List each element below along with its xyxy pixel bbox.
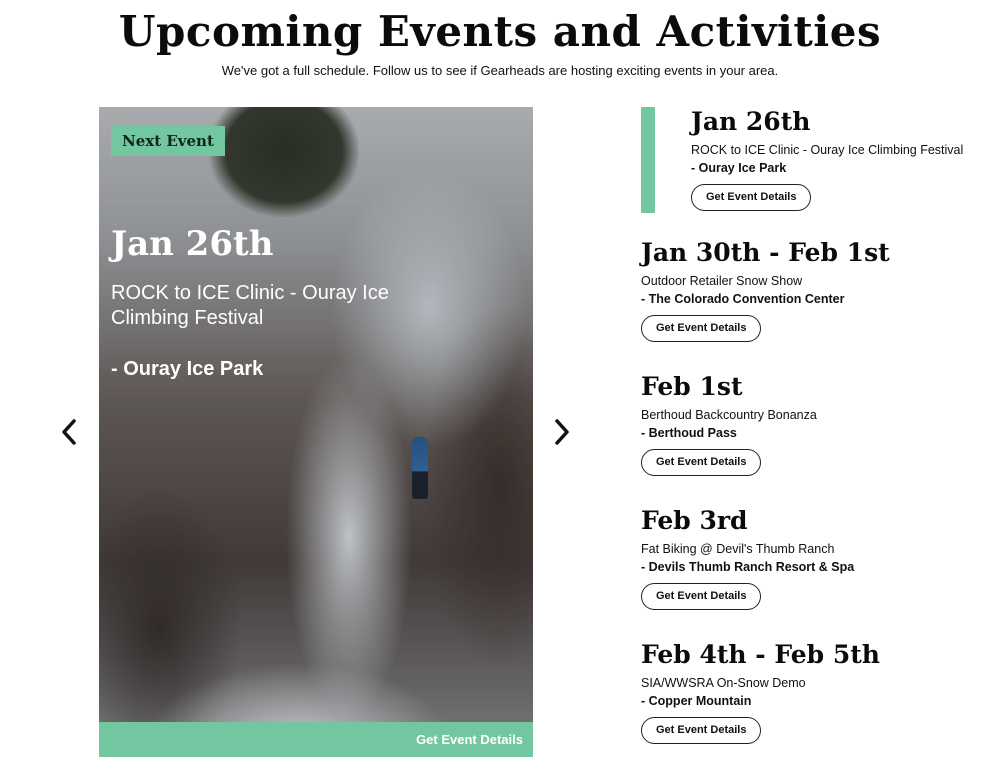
event-list-item[interactable]: Feb 1st Berthoud Backcountry Bonanza - B…	[641, 372, 991, 476]
get-event-details-button[interactable]: Get Event Details	[641, 583, 762, 610]
featured-event-date: Jan 26th	[111, 224, 274, 264]
event-venue: - Copper Mountain	[641, 694, 752, 708]
featured-event-footer[interactable]: Get Event Details	[99, 722, 533, 757]
event-venue: - The Colorado Convention Center	[641, 292, 845, 306]
featured-event-venue: - Ouray Ice Park	[111, 358, 264, 380]
event-date: Jan 26th	[691, 107, 811, 136]
event-title: Fat Biking @ Devil's Thumb Ranch	[641, 542, 835, 556]
featured-event-details-link[interactable]: Get Event Details	[416, 732, 523, 747]
carousel-prev-button[interactable]	[56, 415, 82, 449]
active-event-indicator	[641, 107, 655, 213]
chevron-right-icon	[555, 419, 569, 445]
event-title: Outdoor Retailer Snow Show	[641, 274, 803, 288]
featured-event-title: ROCK to ICE Clinic - Ouray Ice Climbing …	[111, 282, 389, 329]
chevron-left-icon	[62, 419, 76, 445]
get-event-details-button[interactable]: Get Event Details	[641, 315, 762, 342]
carousel-next-button[interactable]	[549, 415, 575, 449]
event-title: ROCK to ICE Clinic - Ouray Ice Climbing …	[691, 143, 964, 157]
event-venue: - Berthoud Pass	[641, 426, 737, 440]
get-event-details-button[interactable]: Get Event Details	[641, 717, 762, 744]
page-title: Upcoming Events and Activities	[118, 7, 882, 56]
event-date: Jan 30th - Feb 1st	[641, 238, 890, 267]
event-date: Feb 1st	[641, 372, 743, 401]
event-venue: - Devils Thumb Ranch Resort & Spa	[641, 560, 855, 574]
get-event-details-button[interactable]: Get Event Details	[691, 184, 812, 211]
event-list-item[interactable]: Jan 26th ROCK to ICE Clinic - Ouray Ice …	[641, 107, 991, 215]
get-event-details-button[interactable]: Get Event Details	[641, 449, 762, 476]
event-title: SIA/WWSRA On-Snow Demo	[641, 676, 806, 690]
page-subtitle: We've got a full schedule. Follow us to …	[221, 63, 779, 78]
event-title: Berthoud Backcountry Bonanza	[641, 408, 817, 422]
event-list-item[interactable]: Feb 4th - Feb 5th SIA/WWSRA On-Snow Demo…	[641, 640, 991, 744]
event-date: Feb 4th - Feb 5th	[641, 640, 880, 669]
featured-event-card[interactable]: Next Event Jan 26th ROCK to ICE Clinic -…	[99, 107, 533, 757]
event-list-item[interactable]: Feb 3rd Fat Biking @ Devil's Thumb Ranch…	[641, 506, 991, 610]
event-list-item[interactable]: Jan 30th - Feb 1st Outdoor Retailer Snow…	[641, 238, 991, 342]
event-venue: - Ouray Ice Park	[691, 161, 787, 175]
next-event-badge: Next Event	[111, 126, 225, 156]
event-date: Feb 3rd	[641, 506, 748, 535]
